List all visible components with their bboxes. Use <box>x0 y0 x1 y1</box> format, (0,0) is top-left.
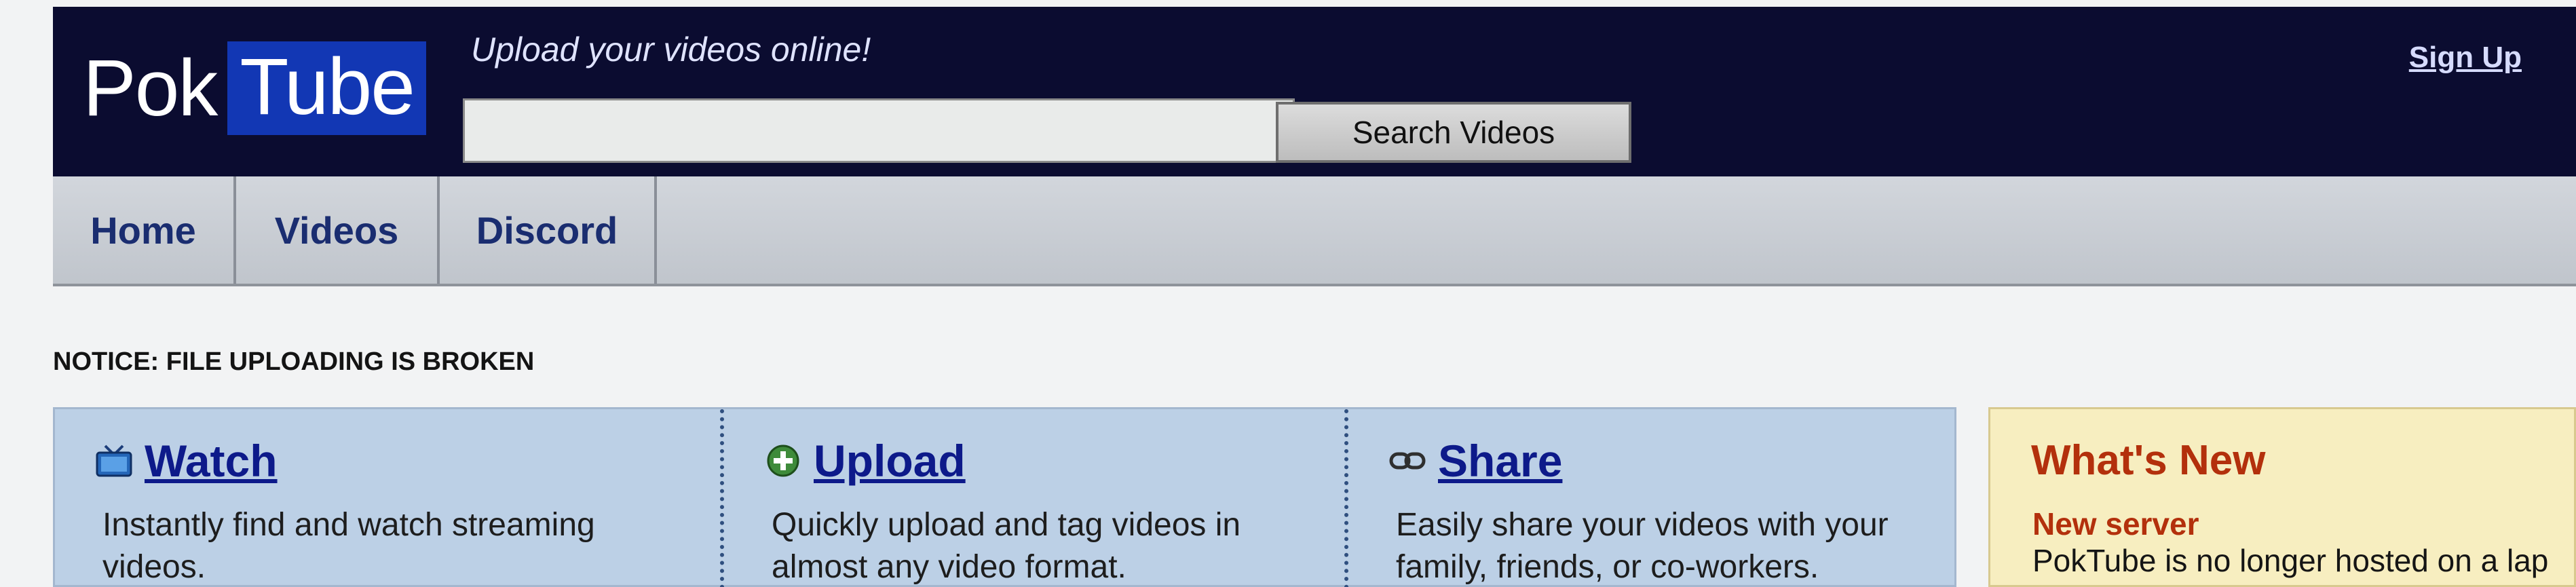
share-link[interactable]: Share <box>1438 435 1562 487</box>
logo-text-tube: Tube <box>227 41 426 135</box>
logo-text-pok: Pok <box>83 43 218 133</box>
nav-tab-home[interactable]: Home <box>53 176 236 284</box>
search-videos-button[interactable]: Search Videos <box>1276 102 1631 163</box>
site-logo[interactable]: Pok Tube <box>73 24 426 153</box>
nav-bar: Home Videos Discord <box>53 176 2576 286</box>
share-description: Easily share your videos with your famil… <box>1396 507 1889 585</box>
watch-description: Instantly find and watch streaming video… <box>102 507 595 585</box>
page: Pok Tube Upload your videos online! Sear… <box>0 0 2576 587</box>
share-icon <box>1389 444 1426 477</box>
upload-link[interactable]: Upload <box>814 435 966 487</box>
nav-tab-videos[interactable]: Videos <box>236 176 440 284</box>
feature-watch-heading: Watch <box>96 435 278 487</box>
feature-share-heading: Share <box>1389 435 1562 487</box>
news-item-title[interactable]: New server <box>2032 506 2199 542</box>
feature-upload: Upload Quickly upload and tag videos in … <box>720 409 1344 587</box>
sign-up-link[interactable]: Sign Up <box>2409 41 2522 75</box>
whats-new-heading: What's New <box>2031 437 2266 484</box>
news-item-body: PokTube is no longer hosted on a lap <box>2032 543 2549 578</box>
header-bar: Pok Tube Upload your videos online! Sear… <box>53 7 2576 176</box>
nav-tab-discord[interactable]: Discord <box>440 176 657 284</box>
feature-share: Share Easily share your videos with your… <box>1344 409 1958 587</box>
watch-link[interactable]: Watch <box>145 435 278 487</box>
features-panel: Watch Instantly find and watch streaming… <box>53 407 1956 587</box>
whats-new-panel: What's New New server PokTube is no long… <box>1988 407 2576 587</box>
feature-upload-heading: Upload <box>765 435 966 487</box>
upload-description: Quickly upload and tag videos in almost … <box>772 507 1241 585</box>
search-input[interactable] <box>463 98 1295 163</box>
tagline: Upload your videos online! <box>471 31 871 69</box>
plus-circle-icon <box>765 444 801 477</box>
tv-icon <box>96 444 132 477</box>
feature-watch: Watch Instantly find and watch streaming… <box>55 409 720 587</box>
notice-banner: NOTICE: FILE UPLOADING IS BROKEN <box>53 347 535 376</box>
